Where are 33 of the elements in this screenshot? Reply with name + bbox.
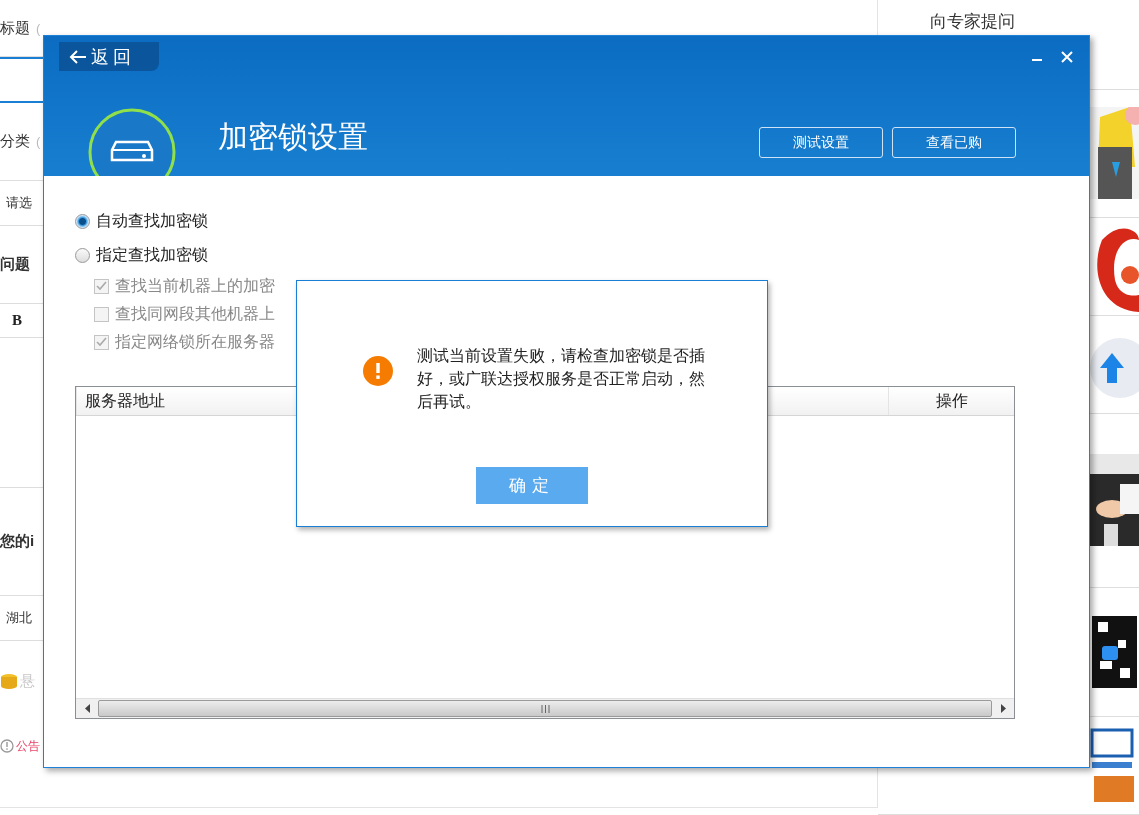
close-icon[interactable] <box>1061 50 1073 63</box>
radio-button[interactable] <box>75 247 90 263</box>
header-button[interactable]: 测试设置 <box>759 127 883 158</box>
required-hint: ( <box>36 20 41 36</box>
column-header: 操作 <box>888 387 1014 415</box>
option-label: 查找当前机器上的加密 <box>115 275 275 296</box>
arrow-left-icon <box>69 48 87 65</box>
radio-label: 指定查找加密锁 <box>96 244 208 265</box>
select-field[interactable]: 湖北 <box>0 596 43 640</box>
scroll-right-icon[interactable] <box>1000 704 1006 713</box>
warning-icon <box>363 356 393 386</box>
scroll-left-icon[interactable] <box>84 704 90 713</box>
option-label: 查找同网段其他机器上 <box>115 303 275 324</box>
warning-icon <box>0 739 14 753</box>
option-label: 指定网络锁所在服务器 <box>115 331 275 352</box>
horizontal-scrollbar[interactable] <box>76 698 1014 718</box>
window-title: 加密锁设置 <box>218 119 368 155</box>
form-label: 问题 <box>0 255 30 274</box>
coins-icon <box>0 673 18 689</box>
ask-expert-link[interactable]: 向专家提问 <box>930 10 1015 33</box>
radio-label: 自动查找加密锁 <box>96 210 208 231</box>
select-field[interactable]: 请选 <box>0 181 43 225</box>
required-hint: ( <box>36 134 41 149</box>
form-label: 标题 <box>0 18 30 38</box>
drive-icon <box>86 106 178 176</box>
notice-link[interactable]: 公告 <box>16 737 40 755</box>
bold-button[interactable]: B <box>8 312 26 329</box>
form-label: 您的i <box>0 532 35 551</box>
radio-button[interactable] <box>75 213 90 229</box>
back-button[interactable]: 返回 <box>59 42 159 71</box>
header-button[interactable]: 查看已购 <box>892 127 1016 158</box>
grip-icon <box>540 704 550 713</box>
form-label: 分类 <box>0 132 30 151</box>
